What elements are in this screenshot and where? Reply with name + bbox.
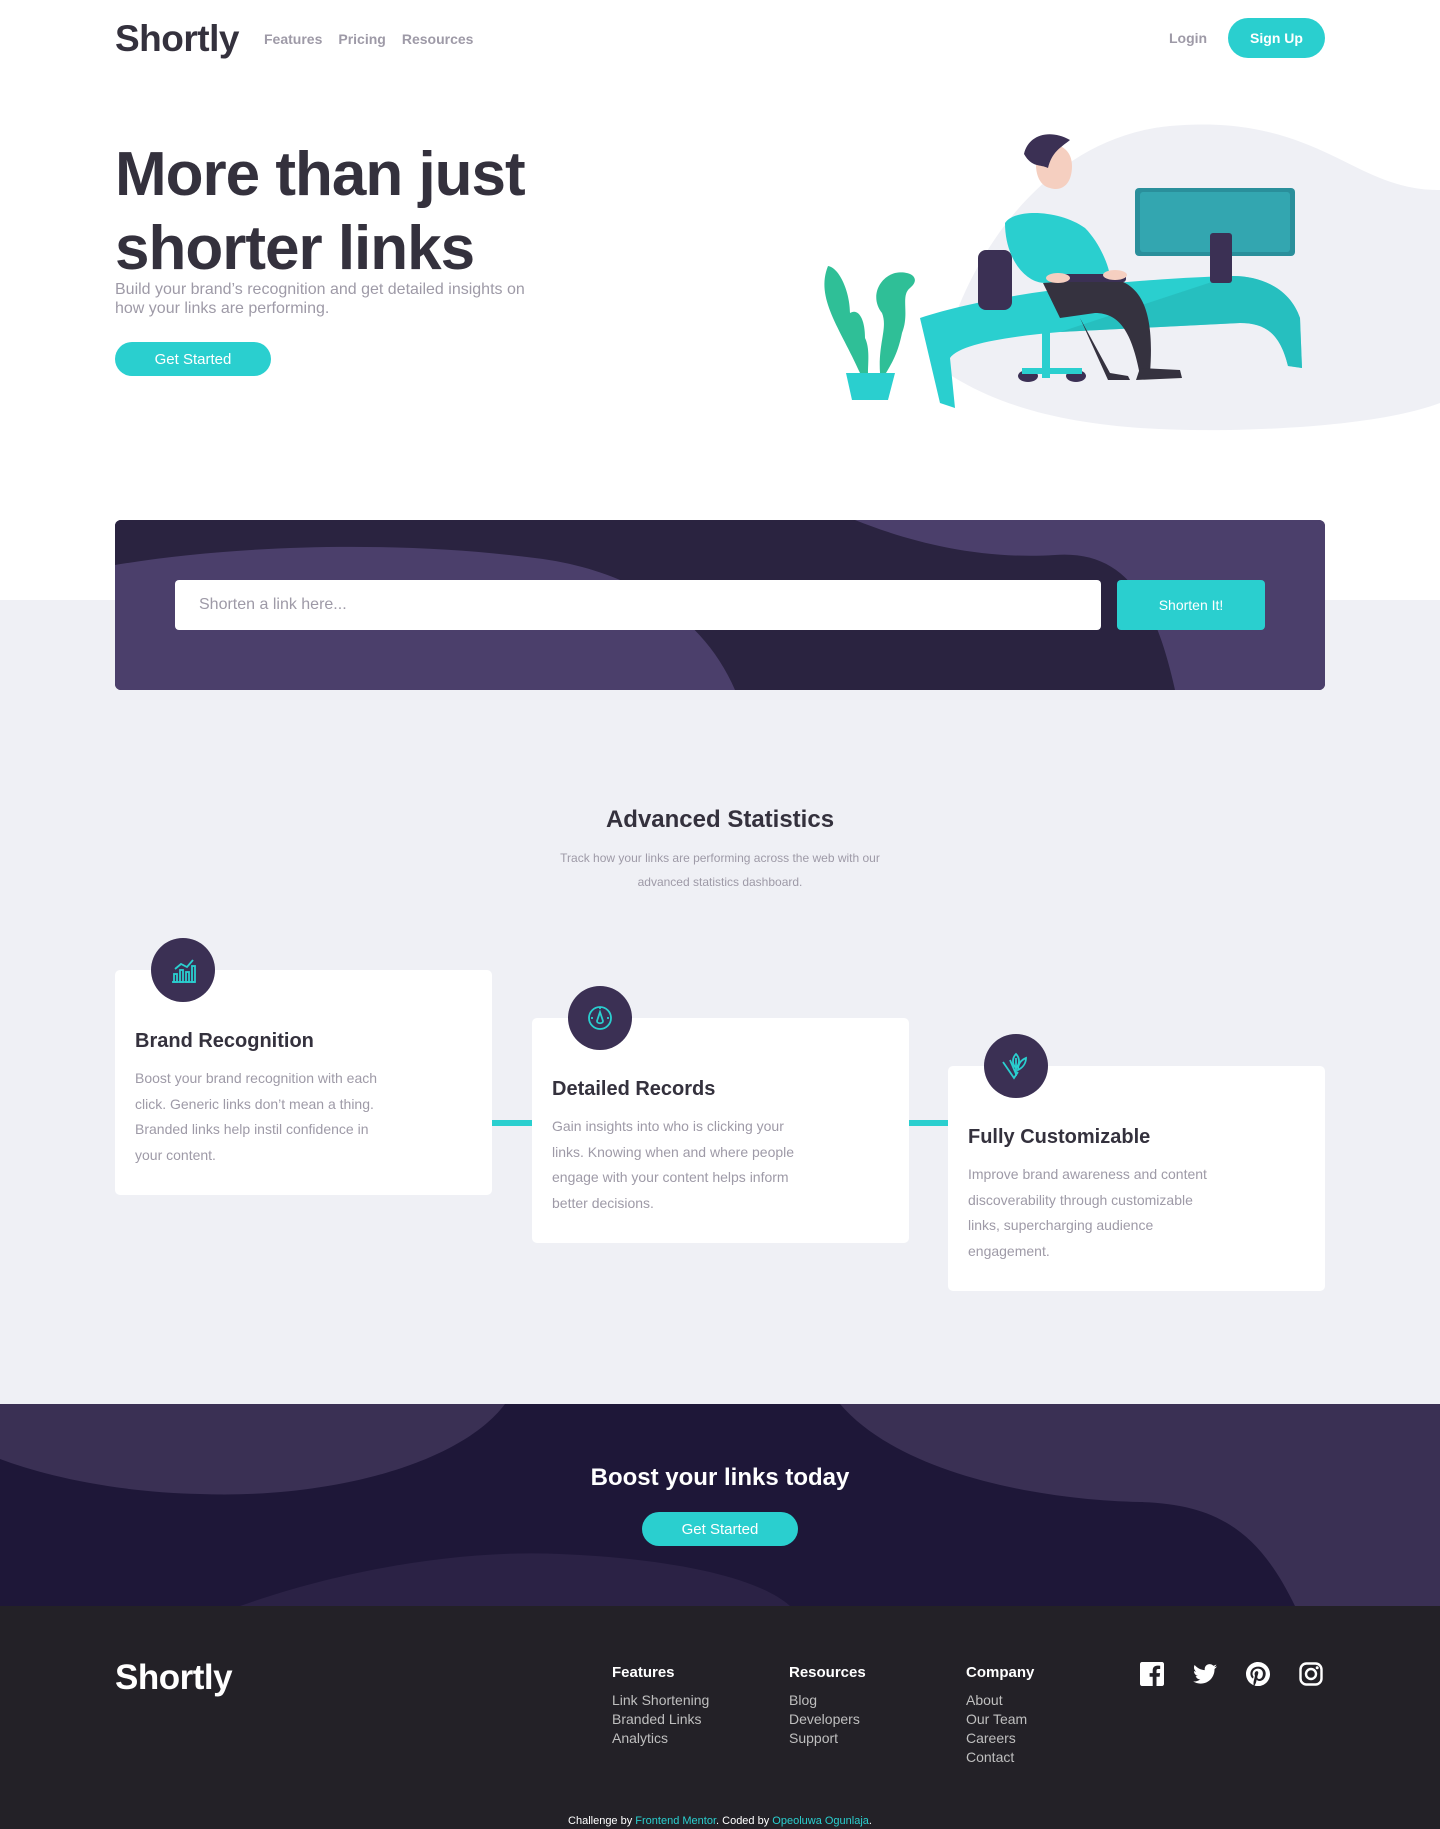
instagram-icon[interactable] xyxy=(1299,1662,1323,1686)
hero-title: More than just shorter links xyxy=(115,140,526,283)
footer-logo[interactable]: Shortly xyxy=(115,1658,233,1698)
footer-column-company: Company About Our Team Careers Contact xyxy=(966,1664,1034,1767)
stats-subtitle: Track how your links are performing acro… xyxy=(560,851,880,889)
stat-card-brand-recognition: Brand Recognition Boost your brand recog… xyxy=(115,938,492,1195)
attribution-suffix: . xyxy=(868,1815,872,1827)
facebook-icon[interactable] xyxy=(1140,1662,1164,1686)
author-link[interactable]: Opeoluwa Ogunlaja xyxy=(772,1815,869,1827)
footer-link[interactable]: Link Shortening xyxy=(612,1691,709,1710)
twitter-icon[interactable] xyxy=(1193,1662,1217,1686)
card-text: Gain insights into who is clicking your … xyxy=(552,1118,795,1211)
footer-link[interactable]: Our Team xyxy=(966,1710,1034,1729)
connector-line xyxy=(492,1120,532,1126)
connector-line xyxy=(908,1120,948,1126)
boost-get-started-button[interactable]: Get Started xyxy=(642,1512,798,1546)
footer-column-title: Company xyxy=(966,1664,1035,1681)
attribution-middle: . Coded by xyxy=(716,1815,773,1827)
card-text: Boost your brand recognition with each c… xyxy=(135,1070,378,1163)
fully-customizable-icon xyxy=(984,1034,1048,1098)
top-nav: Shortly Features Pricing Resources Login… xyxy=(0,0,1440,80)
brand-recognition-icon xyxy=(151,938,215,1002)
nav-link-pricing[interactable]: Pricing xyxy=(338,31,385,47)
footer-link[interactable]: Contact xyxy=(966,1748,1034,1767)
stats-title: Advanced Statistics xyxy=(605,806,835,833)
attribution: Challenge by Frontend Mentor. Coded by O… xyxy=(0,1815,1440,1827)
card-title: Brand Recognition xyxy=(135,1030,314,1052)
detailed-records-icon xyxy=(568,986,632,1050)
footer-column-title: Resources xyxy=(789,1664,866,1681)
nav-link-resources[interactable]: Resources xyxy=(402,31,474,47)
pinterest-icon[interactable] xyxy=(1246,1662,1270,1686)
stat-card-detailed-records: Detailed Records Gain insights into who … xyxy=(532,986,909,1243)
stat-card-fully-customizable: Fully Customizable Improve brand awarene… xyxy=(948,1034,1325,1291)
login-link[interactable]: Login xyxy=(1169,30,1207,46)
footer-link[interactable]: Support xyxy=(789,1729,866,1748)
boost-section: Boost your links today Get Started xyxy=(0,1404,1440,1606)
logo[interactable]: Shortly xyxy=(115,18,239,60)
card-title: Fully Customizable xyxy=(968,1126,1151,1148)
boost-title: Boost your links today xyxy=(590,1464,850,1491)
shorten-link-input[interactable] xyxy=(175,580,1101,630)
frontend-mentor-link[interactable]: Frontend Mentor xyxy=(635,1815,716,1827)
footer-link[interactable]: Analytics xyxy=(612,1729,709,1748)
nav-links: Features Pricing Resources xyxy=(264,31,473,47)
card-title: Detailed Records xyxy=(552,1078,716,1100)
footer-link[interactable]: Blog xyxy=(789,1691,866,1710)
attribution-prefix: Challenge by xyxy=(568,1815,636,1827)
shorten-form: Shorten It! xyxy=(115,520,1325,690)
shorten-it-button[interactable]: Shorten It! xyxy=(1117,580,1265,630)
nav-link-features[interactable]: Features xyxy=(264,31,322,47)
signup-button[interactable]: Sign Up xyxy=(1228,18,1325,58)
hero-illustration xyxy=(810,118,1440,438)
footer: Shortly Features Link Shortening Branded… xyxy=(0,1606,1440,1829)
footer-column-title: Features xyxy=(612,1664,675,1681)
footer-link[interactable]: Developers xyxy=(789,1710,866,1729)
footer-column-resources: Resources Blog Developers Support xyxy=(789,1664,866,1748)
footer-link[interactable]: About xyxy=(966,1691,1034,1710)
card-text: Improve brand awareness and content disc… xyxy=(968,1166,1207,1259)
footer-link[interactable]: Careers xyxy=(966,1729,1034,1748)
footer-column-features: Features Link Shortening Branded Links A… xyxy=(612,1664,709,1748)
hero-subtitle: Build your brand’s recognition and get d… xyxy=(115,281,525,317)
social-links xyxy=(1140,1662,1323,1686)
hero-get-started-button[interactable]: Get Started xyxy=(115,342,271,376)
footer-link[interactable]: Branded Links xyxy=(612,1710,709,1729)
